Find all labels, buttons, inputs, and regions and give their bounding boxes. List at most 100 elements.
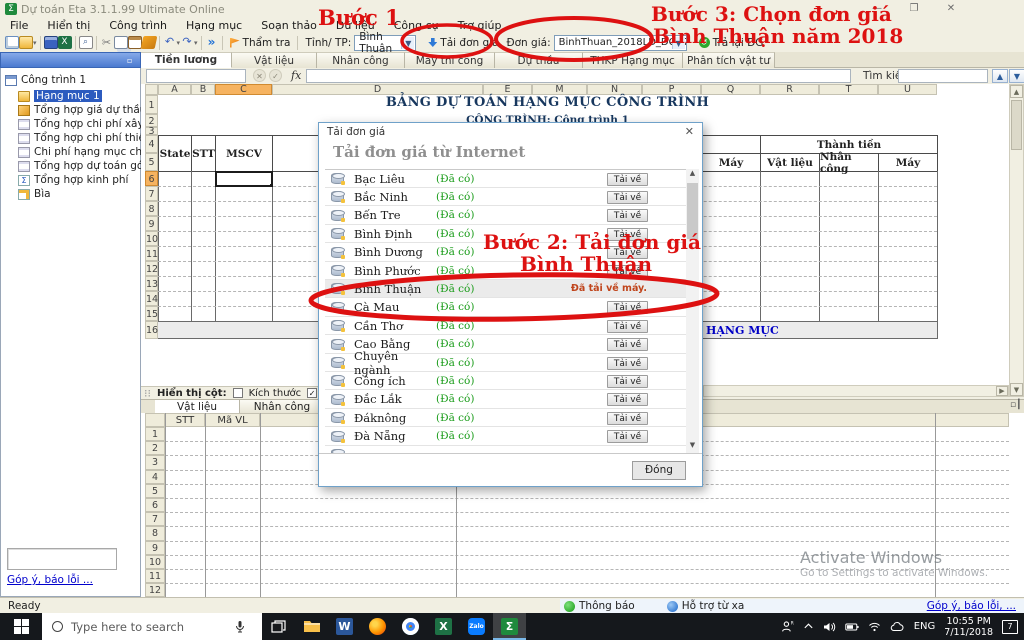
menu-item-file[interactable]: File [10, 19, 28, 32]
lower-row-header-5[interactable]: 5 [145, 483, 165, 498]
taskbar-clock[interactable]: 10:55 PM 7/11/2018 [944, 616, 993, 638]
row-header-15[interactable]: 15 [145, 306, 158, 321]
panel-pin-icon[interactable]: ▫┃ [1010, 400, 1022, 410]
province-row-cong-ich[interactable]: Công ích (Đã có) Tải về [325, 372, 687, 391]
tree-item-bia[interactable]: Bìa [18, 187, 51, 201]
taskbar-app-word[interactable]: W [328, 613, 361, 640]
row-header-5[interactable]: 5 [145, 153, 158, 171]
lower-row-header-1[interactable]: 1 [145, 427, 165, 442]
taskbar-app-firefox[interactable] [361, 613, 394, 640]
tham-tra-button[interactable]: Thẩm tra [226, 34, 295, 52]
row-header-12[interactable]: 12 [145, 261, 158, 276]
download-button[interactable]: Tải về [607, 209, 648, 223]
row-header-8[interactable]: 8 [145, 201, 158, 216]
start-button[interactable] [0, 613, 42, 640]
tree-item-tong-hop-kinh-phi[interactable]: Σ Tổng hợp kinh phí [18, 173, 128, 187]
sheet-corner[interactable] [145, 84, 158, 95]
open-file-icon[interactable] [19, 36, 33, 49]
dialog-close-icon[interactable]: ✕ [685, 125, 694, 138]
province-row-can-tho[interactable]: Cần Thơ (Đã có) Tải về [325, 317, 687, 336]
cancel-icon[interactable]: ✕ [253, 69, 266, 82]
language-indicator[interactable]: ENG [914, 621, 936, 632]
network-icon[interactable] [868, 621, 881, 632]
row-header-4[interactable]: 4 [145, 135, 158, 153]
province-row-chuyen-nganh[interactable]: Chuyên ngành (Đã có) Tải về [325, 349, 687, 377]
tab-thkp-hang-muc[interactable]: THKP Hạng mục [583, 52, 683, 68]
save-icon[interactable] [43, 36, 58, 49]
province-row-binh-thuan[interactable]: Bình Thuận (Đã có) Đã tải về máy. [325, 280, 687, 299]
province-combobox[interactable]: Bình Thuận ▼ [354, 31, 417, 55]
column-header-u[interactable]: U [878, 84, 937, 95]
download-button[interactable]: Tải về [607, 393, 648, 407]
redo-icon[interactable]: ↷ [180, 36, 194, 49]
combo-arrow-icon[interactable]: ▼ [401, 36, 415, 49]
province-row-ben-tre[interactable]: Bến Tre (Đã có) Tải về [325, 207, 687, 225]
menu-item-cong-trinh[interactable]: Công trình [109, 19, 167, 32]
row-header-7[interactable]: 7 [145, 186, 158, 201]
open-dropdown-icon[interactable]: ▾ [33, 39, 37, 47]
row-header-13[interactable]: 13 [145, 276, 158, 291]
lower-header-ma-vl[interactable]: Mã VL [205, 413, 260, 427]
pin-icon[interactable]: ▫ [127, 56, 136, 65]
tab-may-thi-cong[interactable]: Máy thi công [405, 52, 495, 68]
province-row-ca-mau[interactable]: Cà Mau (Đã có) Tải về [325, 299, 687, 317]
lower-header-stt[interactable]: STT [165, 413, 205, 427]
dialog-scroll-down-icon[interactable]: ▼ [686, 441, 699, 453]
row-header-16[interactable]: 16 [145, 321, 158, 339]
download-button[interactable]: Tải về [607, 338, 648, 352]
export-excel-icon[interactable]: X [57, 36, 72, 49]
row-header-6[interactable]: 6 [145, 171, 158, 186]
close-button[interactable]: ✕ [940, 2, 962, 16]
battery-icon[interactable] [845, 622, 859, 632]
tree-item-tong-hop-gia-du-thau[interactable]: Tổng hợp giá dự thầu [18, 103, 146, 117]
fx-icon[interactable]: fx [291, 69, 301, 82]
lower-row-header-11[interactable]: 11 [145, 569, 165, 584]
paste-icon[interactable] [127, 36, 142, 49]
remote-support-button[interactable]: Hỗ trợ từ xa [682, 600, 745, 612]
scroll-up-icon[interactable]: ▲ [1010, 85, 1023, 98]
action-center-icon[interactable]: 7 [1002, 619, 1018, 634]
tab-vat-lieu[interactable]: Vật liệu [232, 52, 317, 68]
province-row-a-nang[interactable]: Đà Nẵng (Đã có) Tải về [325, 428, 687, 446]
checkbox-on-gia[interactable]: ✓ [307, 388, 318, 398]
dialog-close-button[interactable]: Đóng [632, 461, 686, 480]
taskbar-app-excel[interactable]: X [427, 613, 460, 640]
province-row-bac-lieu[interactable]: Bạc Liêu (Đã có) Tải về [325, 170, 687, 188]
row-header-14[interactable]: 14 [145, 291, 158, 306]
lower-row-header-8[interactable]: 8 [145, 526, 165, 541]
lower-row-header-12[interactable]: 12 [145, 583, 165, 597]
province-row-aknong[interactable]: Đáknông (Đã có) Tải về [325, 409, 687, 428]
download-button[interactable]: Tải về [607, 190, 648, 204]
undo-icon[interactable]: ↶ [163, 36, 177, 49]
tab-phan-tich-vat-tu[interactable]: Phân tích vật tư [683, 52, 775, 68]
remote-support-icon[interactable] [666, 600, 678, 612]
lower-row-header-6[interactable]: 6 [145, 498, 165, 513]
volume-icon[interactable] [823, 621, 836, 633]
dialog-scroll-up-icon[interactable]: ▲ [686, 169, 699, 181]
tab-tien-luong[interactable]: Tiền lương [141, 52, 232, 68]
lower-row-header-2[interactable]: 2 [145, 441, 165, 456]
notifications-button[interactable]: Thông báo [579, 600, 635, 612]
maximize-button[interactable]: ❐ [903, 2, 925, 16]
column-header-d[interactable]: D [272, 84, 483, 95]
column-header-p[interactable]: P [642, 84, 701, 95]
redo-dropdown-icon[interactable]: ▾ [194, 39, 198, 47]
tab-du-thau[interactable]: Dự thầu [495, 52, 583, 68]
people-icon[interactable]: R [781, 620, 794, 633]
lower-row-header-4[interactable]: 4 [145, 469, 165, 484]
run-icon[interactable]: » [205, 36, 219, 49]
download-button[interactable]: Tải về [607, 356, 648, 370]
copy-icon[interactable] [113, 36, 128, 49]
status-feedback-link[interactable]: Góp ý, báo lỗi, ... [927, 600, 1016, 612]
download-button[interactable]: Tải về [607, 319, 648, 333]
row-header-9[interactable]: 9 [145, 216, 158, 231]
column-header-q[interactable]: Q [701, 84, 760, 95]
scroll-thumb[interactable] [1011, 100, 1022, 150]
horizontal-scrollbar[interactable]: ▶ [703, 385, 1009, 397]
tab-nhan-cong[interactable]: Nhân công [317, 52, 405, 68]
menu-item-hien-thi[interactable]: Hiển thị [47, 19, 90, 32]
download-button[interactable]: Tải về [607, 430, 648, 444]
notifications-icon[interactable] [564, 600, 575, 612]
menu-item-tro-giup[interactable]: Trợ giúp [458, 19, 502, 32]
selected-cell-c6[interactable] [215, 171, 273, 187]
